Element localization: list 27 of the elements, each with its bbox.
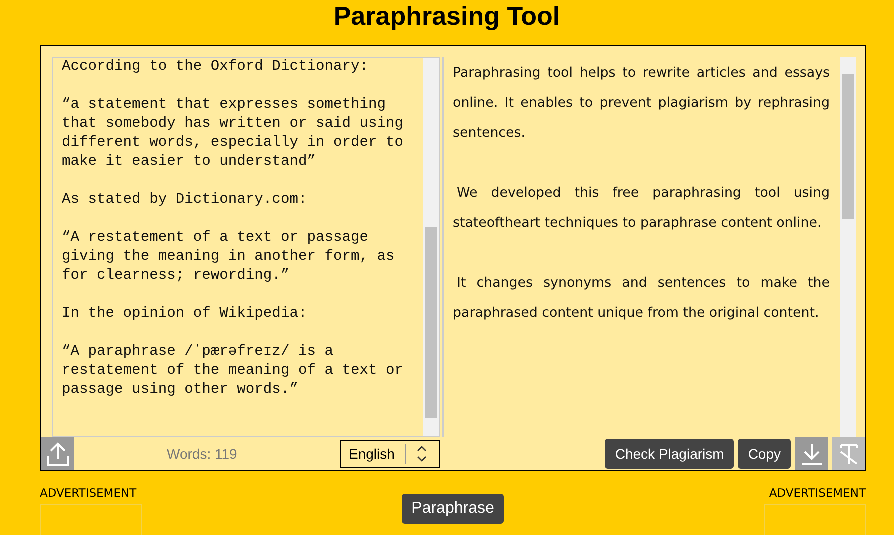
output-paragraph: Paraphrasing tool helps to rewrite articles and essays online. It enables to prevent plagiarism by rephrasing sentences. <box>453 65 830 143</box>
check-plagiarism-button[interactable]: Check Plagiarism <box>605 438 734 468</box>
clear-format-button[interactable] <box>832 437 865 470</box>
advertisement-label: ADVERTISEMENT <box>769 486 866 500</box>
advertisement-label: ADVERTISEMENT <box>40 486 138 500</box>
input-paragraph: As stated by Dictionary.com: <box>62 191 308 210</box>
output-paragraph: It changes synonyms and sentences to make the paraphrased content unique from the original content. <box>453 275 830 323</box>
input-paragraph: In the opinion of Wikipedia: <box>62 305 308 324</box>
upload-icon <box>46 442 68 466</box>
scrollbar[interactable] <box>423 58 439 436</box>
copy-button[interactable]: Copy <box>738 438 791 468</box>
page-title: Paraphrasing Tool <box>332 0 562 33</box>
word-count: Words: 119 <box>167 446 238 462</box>
output-paragraph: We developed this free paraphrasing tool using stateoftheart techniques to paraphrase content online. <box>453 185 830 233</box>
language-select[interactable]: English <box>340 440 440 468</box>
paraphrase-button[interactable]: Paraphrase <box>402 494 504 524</box>
input-paragraph: “A paraphrase /ˈpærəfreɪz/ is a restatement of the meaning of a text or passage using other words.” <box>62 343 405 400</box>
download-icon <box>800 442 822 466</box>
download-button[interactable] <box>795 437 828 470</box>
input-paragraph: According to the Oxford Dictionary: <box>62 58 370 77</box>
clear-format-icon <box>838 442 860 466</box>
input-text-field[interactable] <box>52 57 440 437</box>
up-down-caret-icon <box>416 444 428 462</box>
scrollbar[interactable] <box>840 57 856 437</box>
input-paragraph: “a statement that expresses something that somebody has written or said using different words, especially in order to make it easier to understand” <box>62 96 405 172</box>
input-paragraph: “A restatement of a text or passage giving the meaning in another form, as for clearness; rewording.” <box>62 229 396 286</box>
upload-button[interactable] <box>41 437 74 470</box>
